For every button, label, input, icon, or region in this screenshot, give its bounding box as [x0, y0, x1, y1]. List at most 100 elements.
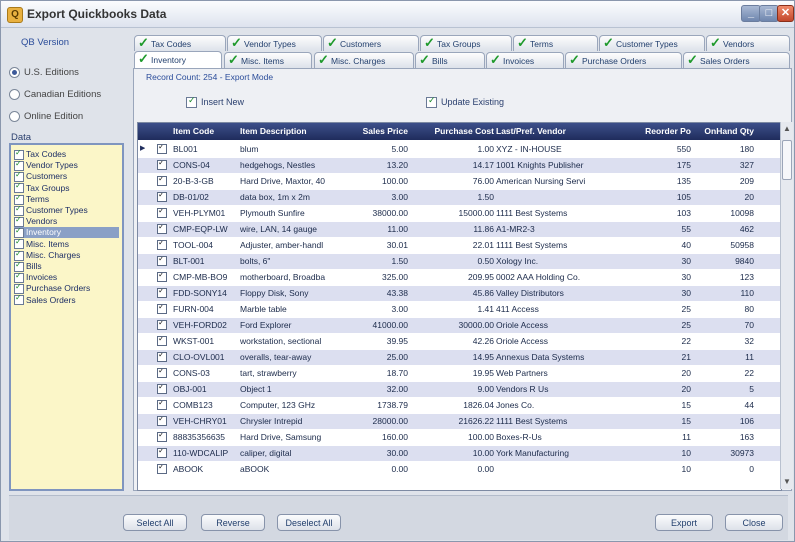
row-checkbox[interactable] [157, 288, 167, 298]
cell-item-description[interactable]: Hard Drive, Samsung [240, 432, 348, 442]
cell-sales-price[interactable]: 41000.00 [350, 320, 408, 330]
cell-item-description[interactable]: bolts, 6" [240, 256, 348, 266]
cell-item-code[interactable]: FURN-004 [173, 304, 239, 314]
cell-last-pref-vendor[interactable]: Annexus Data Systems [496, 352, 600, 362]
cell-reorder-po[interactable]: 55 [603, 224, 691, 234]
cell-purchase-cost[interactable]: 30000.00 [412, 320, 494, 330]
cell-onhand-qty[interactable]: 327 [696, 160, 754, 170]
table-row[interactable]: FURN-004Marble table3.00 1.41411 Access25… [138, 302, 781, 317]
data-item-misc-charges[interactable]: Misc. Charges [14, 249, 119, 261]
cell-sales-price[interactable]: 32.00 [350, 384, 408, 394]
cell-purchase-cost[interactable]: 0.50 [412, 256, 494, 266]
cell-item-code[interactable]: 110-WDCALIP [173, 448, 239, 458]
cell-onhand-qty[interactable]: 44 [696, 400, 754, 410]
cell-purchase-cost[interactable]: 22.01 [412, 240, 494, 250]
cell-item-description[interactable]: motherboard, Broadba [240, 272, 348, 282]
row-checkbox[interactable] [157, 144, 167, 154]
cell-sales-price[interactable]: 13.20 [350, 160, 408, 170]
cell-sales-price[interactable]: 5.00 [350, 144, 408, 154]
cell-item-code[interactable]: CONS-04 [173, 160, 239, 170]
cell-sales-price[interactable]: 25.00 [350, 352, 408, 362]
scroll-thumb[interactable] [782, 140, 792, 180]
data-item-inventory[interactable]: Inventory [14, 226, 119, 239]
table-row[interactable]: CMP-EQP-LWwire, LAN, 14 gauge11.00 11.86A… [138, 222, 781, 237]
cell-reorder-po[interactable]: 30 [603, 288, 691, 298]
tab-inventory[interactable]: ✓ Inventory [134, 51, 222, 69]
data-item-misc-items[interactable]: Misc. Items [14, 237, 119, 250]
row-checkbox[interactable] [157, 208, 167, 218]
cell-purchase-cost[interactable]: 1.00 [412, 144, 494, 154]
update-existing-checkbox[interactable]: Update Existing [426, 95, 504, 109]
table-row[interactable]: CONS-04hedgehogs, Nestles13.20 14.171001 … [138, 158, 781, 173]
tab-tax-codes[interactable]: ✓ Tax Codes [134, 35, 226, 51]
row-checkbox[interactable] [157, 448, 167, 458]
cell-item-code[interactable]: VEH-PLYM01 [173, 208, 239, 218]
cell-last-pref-vendor[interactable]: 1001 Knights Publisher [496, 160, 600, 170]
cell-purchase-cost[interactable]: 1.50 [412, 192, 494, 202]
cell-last-pref-vendor[interactable]: York Manufacturing [496, 448, 600, 458]
cell-purchase-cost[interactable]: 100.00 [412, 432, 494, 442]
cell-onhand-qty[interactable]: 80 [696, 304, 754, 314]
tab-misc-charges[interactable]: ✓ Misc. Charges [314, 52, 414, 68]
row-checkbox[interactable] [157, 320, 167, 330]
cell-onhand-qty[interactable]: 209 [696, 176, 754, 186]
row-checkbox[interactable] [157, 176, 167, 186]
cell-last-pref-vendor[interactable]: Boxes-R-Us [496, 432, 600, 442]
tab-tax-groups[interactable]: ✓ Tax Groups [420, 35, 512, 51]
table-row[interactable]: VEH-CHRY01Chrysler Intrepid28000.00 21626… [138, 414, 781, 429]
radio-canadian-editions[interactable]: Canadian Editions [9, 89, 101, 100]
cell-item-description[interactable]: Adjuster, amber-handl [240, 240, 348, 250]
cell-item-description[interactable]: Marble table [240, 304, 348, 314]
table-row[interactable]: FDD-SONY14Floppy Disk, Sony43.38 45.86Val… [138, 286, 781, 301]
cell-item-code[interactable]: ABOOK [173, 464, 239, 474]
cell-reorder-po[interactable]: 30 [603, 272, 691, 282]
cell-sales-price[interactable]: 0.00 [350, 464, 408, 474]
column-header-sales-price[interactable]: Sales Price [350, 126, 408, 136]
column-header-reorder-po[interactable]: Reorder Po [603, 126, 691, 136]
tab-vendors[interactable]: ✓ Vendors [706, 35, 790, 51]
cell-reorder-po[interactable]: 175 [603, 160, 691, 170]
scroll-up-icon[interactable]: ▲ [783, 124, 791, 133]
table-row[interactable]: CMP-MB-BO9motherboard, Broadba325.00 209.… [138, 270, 781, 285]
cell-item-description[interactable]: Computer, 123 GHz [240, 400, 348, 410]
cell-onhand-qty[interactable]: 163 [696, 432, 754, 442]
cell-sales-price[interactable]: 3.00 [350, 192, 408, 202]
export-button[interactable]: Export [655, 514, 713, 531]
cell-sales-price[interactable]: 43.38 [350, 288, 408, 298]
cell-purchase-cost[interactable]: 21626.22 [412, 416, 494, 426]
table-row[interactable]: COMB123Computer, 123 GHz1738.79 1826.04Jo… [138, 398, 781, 413]
cell-last-pref-vendor[interactable]: A1-MR2-3 [496, 224, 600, 234]
cell-onhand-qty[interactable]: 110 [696, 288, 754, 298]
cell-item-code[interactable]: FDD-SONY14 [173, 288, 239, 298]
table-row[interactable]: TOOL-004Adjuster, amber-handl30.01 22.011… [138, 238, 781, 253]
cell-item-code[interactable]: CONS-03 [173, 368, 239, 378]
cell-item-code[interactable]: CLO-OVL001 [173, 352, 239, 362]
data-item-tax-codes[interactable]: Tax Codes [14, 148, 119, 160]
tab-customers[interactable]: ✓ Customers [323, 35, 419, 51]
cell-reorder-po[interactable]: 10 [603, 448, 691, 458]
cell-sales-price[interactable]: 100.00 [350, 176, 408, 186]
table-row[interactable]: CONS-03tart, strawberry18.70 19.95Web Par… [138, 366, 781, 381]
cell-item-code[interactable]: CMP-MB-BO9 [173, 272, 239, 282]
row-checkbox[interactable] [157, 192, 167, 202]
table-row[interactable]: 88835356635Hard Drive, Samsung160.00 100.… [138, 430, 781, 445]
cell-item-code[interactable]: DB-01/02 [173, 192, 239, 202]
cell-item-code[interactable]: CMP-EQP-LW [173, 224, 239, 234]
table-row[interactable]: WKST-001workstation, sectional39.95 42.26… [138, 334, 781, 349]
reverse-button[interactable]: Reverse [201, 514, 265, 531]
cell-item-description[interactable]: caliper, digital [240, 448, 348, 458]
cell-item-description[interactable]: Object 1 [240, 384, 348, 394]
data-item-vendor-types[interactable]: Vendor Types [14, 159, 119, 171]
cell-last-pref-vendor[interactable]: XYZ - IN-HOUSE [496, 144, 600, 154]
table-row[interactable]: BLT-001bolts, 6"1.50 0.50Xology Inc.30 984… [138, 254, 781, 269]
cell-item-code[interactable]: 20-B-3-GB [173, 176, 239, 186]
cell-item-code[interactable]: OBJ-001 [173, 384, 239, 394]
tab-terms[interactable]: ✓ Terms [513, 35, 598, 51]
cell-onhand-qty[interactable]: 123 [696, 272, 754, 282]
radio-online-edition[interactable]: Online Edition [9, 111, 83, 122]
tab-invoices[interactable]: ✓ Invoices [486, 52, 564, 68]
tab-purchase-orders[interactable]: ✓ Purchase Orders [565, 52, 682, 68]
cell-last-pref-vendor[interactable]: 1111 Best Systems [496, 240, 600, 250]
cell-reorder-po[interactable]: 40 [603, 240, 691, 250]
cell-purchase-cost[interactable]: 10.00 [412, 448, 494, 458]
